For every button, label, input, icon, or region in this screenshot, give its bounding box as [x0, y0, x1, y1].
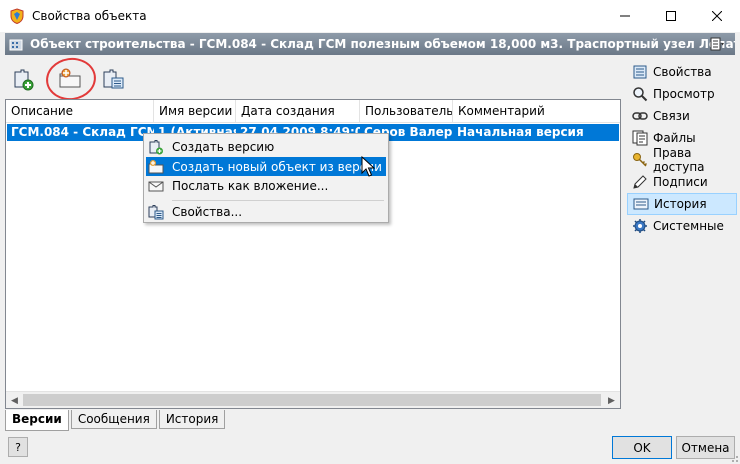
sidebar-item-label: Файлы [653, 131, 696, 145]
sidebar-item-access-rights[interactable]: Права доступа [627, 146, 737, 174]
list-menu-icon [710, 37, 724, 51]
toolbar [5, 54, 621, 104]
tab-messages[interactable]: Сообщения [70, 410, 157, 429]
sidebar-item-label: История [654, 197, 707, 211]
gear-icon [632, 218, 648, 234]
menu-separator [172, 200, 384, 201]
properties-button[interactable] [98, 64, 128, 94]
sidebar-item-label: Свойства [653, 65, 712, 79]
menu-item-label: Создать новый объект из версии [172, 159, 382, 174]
scroll-right-icon[interactable]: ▶ [603, 392, 620, 409]
properties-icon [148, 204, 164, 220]
maximize-button[interactable] [648, 0, 694, 32]
mouse-cursor-icon [361, 156, 375, 177]
magnifier-icon [632, 86, 648, 102]
object-header-bar: Объект строительства - ГСМ.084 - Склад Г… [5, 33, 735, 55]
close-button[interactable] [694, 0, 740, 32]
sidebar-item-label: Связи [653, 109, 690, 123]
sidebar-item-signatures[interactable]: Подписи [627, 171, 737, 193]
history-icon [633, 196, 649, 212]
create-version-icon [148, 139, 164, 155]
sidebar-item-label: Системные [653, 219, 724, 233]
sidebar-item-system[interactable]: Системные [627, 215, 737, 237]
grid-header: Описание Имя версии Дата создания Пользо… [6, 100, 620, 123]
envelope-icon [148, 178, 164, 194]
scroll-thumb[interactable] [23, 394, 601, 406]
files-icon [632, 130, 648, 146]
maximize-icon [666, 11, 676, 21]
scroll-left-icon[interactable]: ◀ [6, 392, 23, 409]
menu-item-label: Создать версию [172, 139, 275, 154]
sidebar: Свойства Просмотр Связи Файлы Права дост… [627, 61, 737, 237]
sidebar-item-links[interactable]: Связи [627, 105, 737, 127]
window-title: Свойства объекта [32, 9, 147, 23]
menu-item-create-version[interactable]: Создать версию [146, 137, 386, 156]
sidebar-item-properties[interactable]: Свойства [627, 61, 737, 83]
sidebar-item-history[interactable]: История [627, 193, 737, 215]
column-header-comment[interactable]: Комментарий [453, 100, 620, 123]
column-header-version-name[interactable]: Имя версии [154, 100, 236, 123]
minimize-button[interactable] [602, 0, 648, 32]
links-icon [632, 108, 648, 124]
ok-button[interactable]: OK [612, 436, 672, 459]
sidebar-item-preview[interactable]: Просмотр [627, 83, 737, 105]
minimize-icon [620, 15, 630, 17]
create-version-icon [14, 69, 34, 91]
bottom-tabs: Версии Сообщения История [5, 410, 227, 431]
building-icon [8, 36, 24, 52]
column-header-description[interactable]: Описание [6, 100, 154, 123]
horizontal-scrollbar[interactable]: ◀ ▶ [6, 391, 620, 408]
menu-item-create-object-from-version[interactable]: Создать новый объект из версии [146, 157, 386, 176]
title-bar: Свойства объекта [0, 0, 740, 32]
tab-history[interactable]: История [158, 410, 226, 429]
resize-grip-icon[interactable] [729, 453, 739, 463]
menu-item-send-as-attachment[interactable]: Послать как вложение... [146, 176, 386, 195]
sidebar-item-label: Подписи [653, 175, 708, 189]
pen-icon [632, 174, 648, 190]
close-icon [712, 11, 722, 21]
cancel-button[interactable]: Отмена [676, 436, 735, 459]
sidebar-item-label: Права доступа [653, 146, 705, 174]
keys-icon [632, 152, 648, 168]
menu-item-properties[interactable]: Свойства... [146, 202, 386, 221]
properties-icon [103, 69, 124, 89]
column-header-created[interactable]: Дата создания [236, 100, 360, 123]
cell-description: ГСМ.084 - Склад ГСМ п [11, 125, 154, 139]
context-menu: Создать версию Создать новый объект из в… [143, 133, 389, 223]
object-title: Объект строительства - ГСМ.084 - Склад Г… [30, 37, 735, 51]
menu-item-label: Послать как вложение... [172, 178, 329, 193]
properties-icon [632, 64, 648, 80]
menu-item-label: Свойства... [172, 204, 243, 219]
new-object-icon [148, 159, 164, 175]
highlight-ring [43, 54, 99, 104]
cell-comment: Начальная версия [457, 125, 584, 139]
tab-versions[interactable]: Версии [5, 410, 69, 431]
app-shield-icon [9, 8, 25, 25]
sidebar-item-label: Просмотр [653, 87, 715, 101]
object-menu-button[interactable] [707, 36, 727, 52]
help-button[interactable]: ? [8, 437, 28, 457]
column-header-user[interactable]: Пользователь [360, 100, 453, 123]
create-version-button[interactable] [8, 64, 38, 94]
